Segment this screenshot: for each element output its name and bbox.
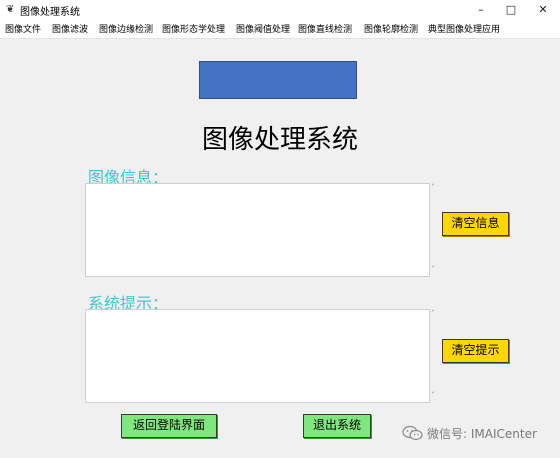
menu-image-filter[interactable]: 图像滤波 (52, 22, 88, 35)
return-login-button[interactable]: 返回登陆界面 (121, 414, 217, 438)
feather-icon: ❦ (6, 4, 15, 15)
menu-edge-detection[interactable]: 图像边缘检测 (99, 22, 153, 35)
close-button[interactable]: ✕ (528, 0, 558, 20)
wechat-icon (402, 425, 423, 441)
scroll-up-icon[interactable]: ˄ (431, 183, 435, 192)
menu-contour-detection[interactable]: 图像轮廓检测 (364, 22, 418, 35)
scroll-down-icon[interactable]: ˅ (431, 265, 435, 274)
exit-system-button[interactable]: 退出系统 (303, 414, 371, 438)
menu-morphology[interactable]: 图像形态学处理 (162, 22, 225, 35)
menu-line-detection[interactable]: 图像直线检测 (298, 22, 352, 35)
scroll-down-icon[interactable]: ˅ (431, 391, 435, 400)
menu-bar: 图像文件 图像滤波 图像边缘检测 图像形态学处理 图像阈值处理 图像直线检测 图… (0, 20, 560, 39)
watermark-text: 微信号: IMAICenter (427, 427, 537, 441)
minimize-button[interactable]: – (466, 0, 496, 20)
menu-image-file[interactable]: 图像文件 (5, 22, 41, 35)
menu-threshold[interactable]: 图像阈值处理 (236, 22, 290, 35)
header-banner (199, 61, 357, 99)
clear-info-button[interactable]: 清空信息 (442, 212, 509, 236)
title-bar: ❦ 图像处理系统 – □ ✕ (0, 0, 560, 20)
system-tip-textbox[interactable] (85, 309, 430, 403)
image-info-textbox[interactable] (85, 183, 430, 277)
scroll-up-icon[interactable]: ˄ (431, 309, 435, 318)
menu-typical-applications[interactable]: 典型图像处理应用 (428, 22, 500, 35)
page-title: 图像处理系统 (201, 125, 358, 155)
clear-tip-button[interactable]: 清空提示 (442, 339, 509, 363)
window-title: 图像处理系统 (20, 7, 80, 18)
maximize-button[interactable]: □ (496, 0, 526, 20)
